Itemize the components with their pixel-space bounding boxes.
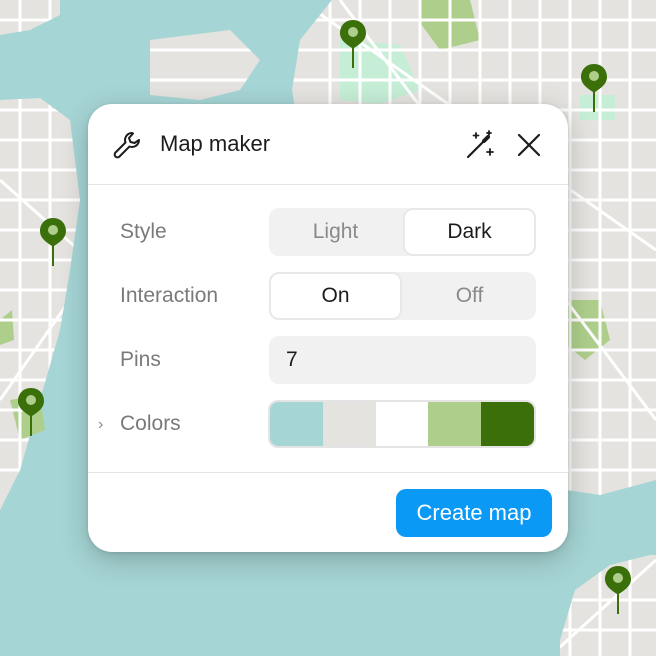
panel-title: Map maker [160,131,271,156]
color-swatch[interactable] [270,402,323,446]
style-option-dark[interactable]: Dark [403,208,536,256]
interaction-label: Interaction [120,284,219,307]
map-pin-icon[interactable] [603,564,633,616]
color-swatch[interactable] [428,402,482,446]
map-pin-icon[interactable] [38,216,68,268]
create-map-button[interactable]: Create map [396,489,552,537]
interaction-option-on[interactable]: On [269,272,402,320]
wrench-icon [113,132,140,159]
pins-input[interactable]: 7 [269,336,536,384]
color-palette[interactable] [268,400,536,448]
panel-header: Map maker [88,104,568,185]
close-icon[interactable] [514,130,544,160]
style-toggle: Light Dark [269,208,536,256]
color-swatch[interactable] [322,402,376,446]
map-pin-icon[interactable] [338,18,368,70]
style-label: Style [120,220,167,243]
panel-footer: Create map [88,472,568,552]
style-option-light[interactable]: Light [269,208,402,256]
colors-label: Colors [120,412,181,435]
interaction-option-off[interactable]: Off [403,272,536,320]
color-swatch[interactable] [375,402,429,446]
map-pin-icon[interactable] [579,62,609,114]
color-swatch[interactable] [481,402,534,446]
map-pin-icon[interactable] [16,386,46,438]
pins-label: Pins [120,348,161,371]
chevron-right-icon[interactable]: › [98,416,103,434]
magic-wand-icon[interactable] [464,129,496,161]
interaction-toggle: On Off [269,272,536,320]
map-maker-panel: Map maker Style Light Dark Interaction O… [88,104,568,552]
